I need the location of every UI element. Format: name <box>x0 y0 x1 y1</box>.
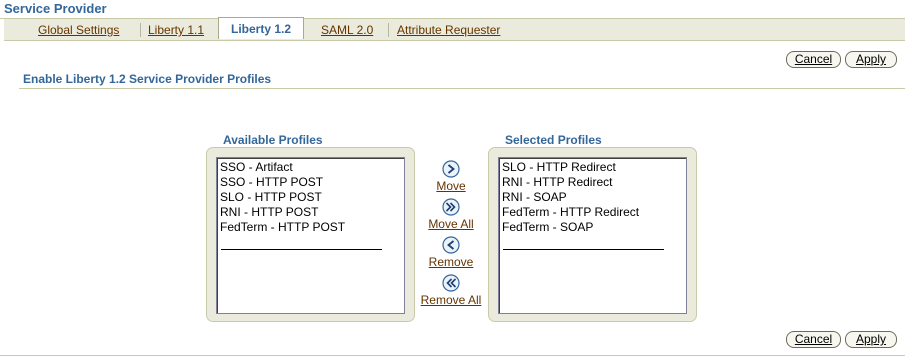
list-item[interactable]: SLO - HTTP POST <box>220 190 401 205</box>
selected-profiles-list[interactable]: SLO - HTTP Redirect RNI - HTTP Redirect … <box>498 157 687 314</box>
list-spacer-line <box>221 249 382 250</box>
list-item[interactable]: SSO - Artifact <box>220 160 401 175</box>
remove-all-link[interactable]: Remove All <box>416 293 486 307</box>
tab-separator <box>140 23 141 37</box>
tab-liberty-1-2[interactable]: Liberty 1.2 <box>218 17 305 39</box>
tab-attribute-requester[interactable]: Attribute Requester <box>397 22 500 38</box>
list-item[interactable]: SLO - HTTP Redirect <box>502 160 683 175</box>
cancel-button-label: Cancel <box>794 332 833 346</box>
tab-bar: Global Settings Liberty 1.1 Liberty 1.2 … <box>4 17 905 41</box>
cancel-button-label: Cancel <box>794 52 833 66</box>
remove-all-left-icon[interactable] <box>442 274 460 292</box>
footer-divider <box>0 355 905 356</box>
page-title: Service Provider <box>4 1 107 16</box>
apply-button-bottom[interactable]: Apply <box>845 331 897 348</box>
tab-separator <box>388 23 389 37</box>
list-item[interactable]: RNI - HTTP POST <box>220 205 401 220</box>
list-item[interactable]: FedTerm - HTTP Redirect <box>502 205 683 220</box>
apply-button-label: Apply <box>855 332 887 346</box>
cancel-button[interactable]: Cancel <box>786 51 841 68</box>
move-right-icon[interactable] <box>442 160 460 178</box>
available-profiles-list[interactable]: SSO - Artifact SSO - HTTP POST SLO - HTT… <box>216 157 405 314</box>
move-all-link[interactable]: Move All <box>420 217 482 231</box>
move-link[interactable]: Move <box>420 179 482 193</box>
list-item[interactable]: FedTerm - SOAP <box>502 220 683 235</box>
list-item[interactable]: RNI - HTTP Redirect <box>502 175 683 190</box>
section-title: Enable Liberty 1.2 Service Provider Prof… <box>23 72 272 86</box>
list-item[interactable]: FedTerm - HTTP POST <box>220 220 401 235</box>
remove-link[interactable]: Remove <box>420 255 482 269</box>
selected-profiles-header: Selected Profiles <box>505 133 602 147</box>
section-divider <box>19 88 905 89</box>
tab-liberty-1-1[interactable]: Liberty 1.1 <box>148 22 204 38</box>
move-all-right-icon[interactable] <box>442 198 460 216</box>
cancel-button-bottom[interactable]: Cancel <box>786 331 841 348</box>
remove-left-icon[interactable] <box>442 236 460 254</box>
list-spacer-line <box>503 249 664 250</box>
list-item[interactable]: SSO - HTTP POST <box>220 175 401 190</box>
available-profiles-header: Available Profiles <box>223 133 323 147</box>
apply-button[interactable]: Apply <box>845 51 897 68</box>
apply-button-label: Apply <box>855 52 887 66</box>
list-item[interactable]: RNI - SOAP <box>502 190 683 205</box>
tab-saml-2-0[interactable]: SAML 2.0 <box>321 22 373 38</box>
tab-global-settings[interactable]: Global Settings <box>38 22 119 38</box>
